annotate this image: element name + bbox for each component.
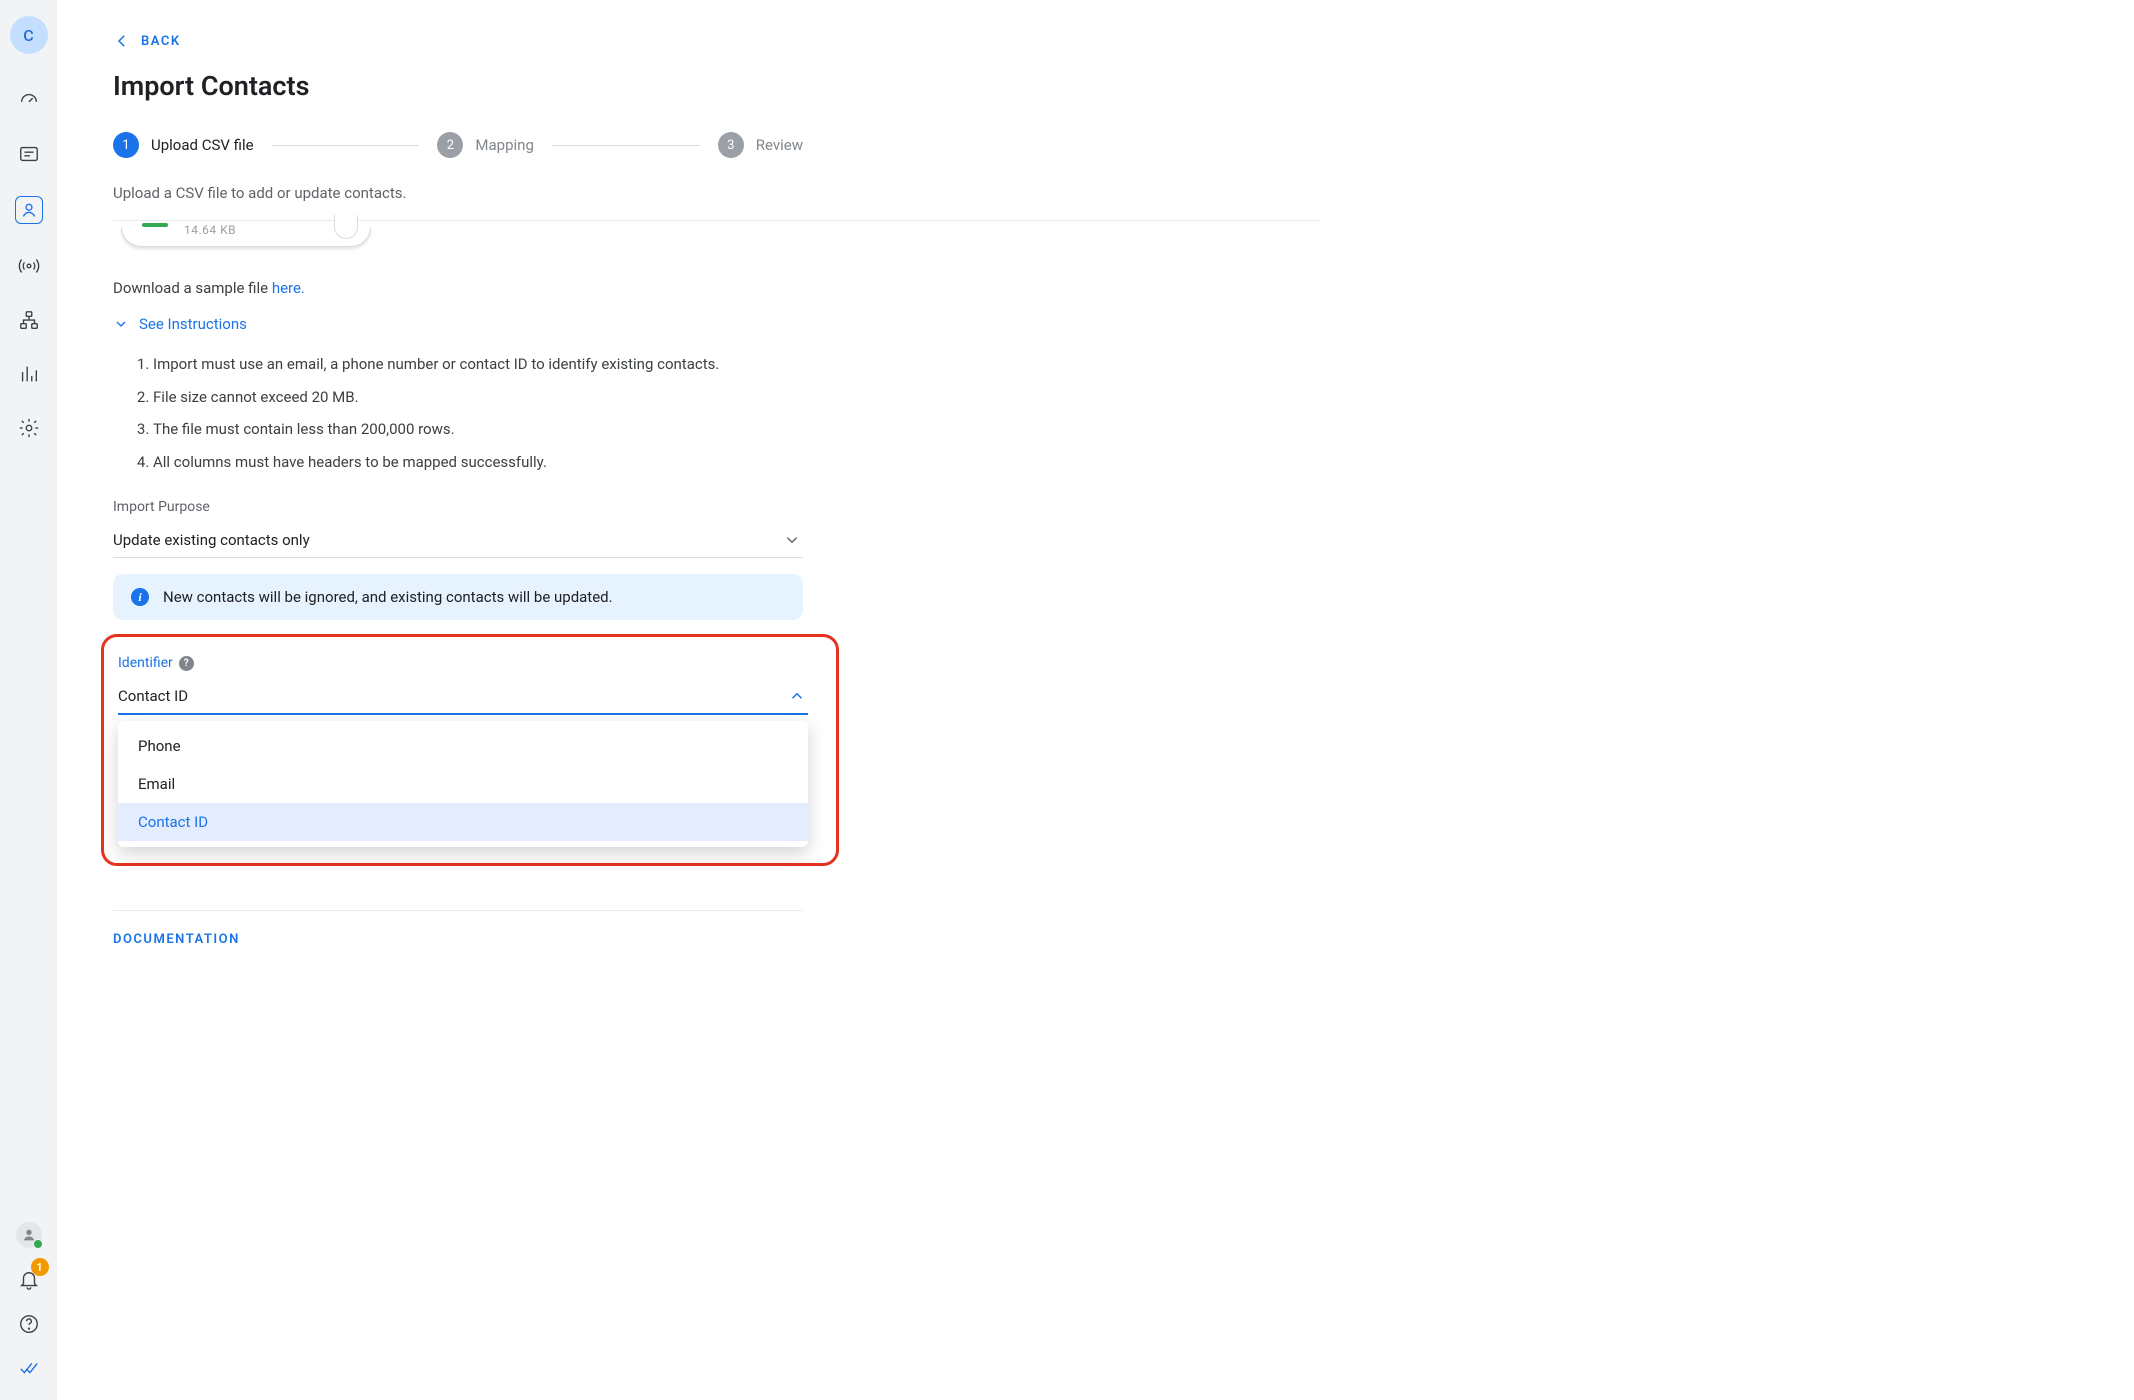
notification-badge: 1 [31, 1258, 49, 1276]
identifier-option-email[interactable]: Email [118, 765, 808, 803]
identifier-option-phone[interactable]: Phone [118, 727, 808, 765]
settings-icon[interactable] [17, 416, 41, 440]
documentation-link[interactable]: DOCUMENTATION [113, 932, 240, 947]
instructions-list: Import must use an email, a phone number… [135, 353, 1321, 473]
identifier-label: Identifier [118, 655, 173, 671]
reports-icon[interactable] [17, 362, 41, 386]
download-sample-line: Download a sample file here. [113, 279, 1321, 297]
identifier-dropdown: Phone Email Contact ID [118, 721, 808, 847]
step-2-number: 2 [437, 132, 463, 158]
download-sample-link[interactable]: here. [272, 279, 305, 297]
instruction-item: The file must contain less than 200,000 … [153, 418, 1321, 441]
instruction-item: Import must use an email, a phone number… [153, 353, 1321, 376]
identifier-highlight: Identifier ? Contact ID Phone Email Cont… [101, 634, 839, 866]
sidebar: C 1 [0, 0, 57, 1400]
chevron-down-icon [783, 531, 801, 549]
identifier-select[interactable]: Contact ID [118, 683, 808, 715]
import-purpose-label: Import Purpose [113, 499, 803, 515]
identifier-value: Contact ID [118, 687, 188, 705]
remove-file-icon[interactable] [334, 215, 358, 239]
import-purpose-select[interactable]: Update existing contacts only [113, 525, 803, 558]
step-3-number: 3 [718, 132, 744, 158]
instruction-item: File size cannot exceed 20 MB. [153, 386, 1321, 409]
back-button[interactable]: BACK [113, 32, 1321, 50]
brand-check-icon[interactable] [17, 1356, 41, 1380]
back-label: BACK [141, 34, 181, 49]
info-icon: i [131, 588, 149, 606]
help-icon[interactable] [17, 1312, 41, 1336]
step-1-number: 1 [113, 132, 139, 158]
dashboard-icon[interactable] [17, 88, 41, 112]
info-banner: i New contacts will be ignored, and exis… [113, 574, 803, 620]
workflow-icon[interactable] [17, 308, 41, 332]
info-text: New contacts will be ignored, and existi… [163, 588, 613, 606]
see-instructions-toggle[interactable]: See Instructions [113, 315, 1321, 333]
step-3-label: Review [756, 136, 803, 154]
chevron-up-icon [788, 687, 806, 705]
uploaded-file-chip[interactable]: 14.64 KB [121, 227, 371, 247]
identifier-option-contact-id[interactable]: Contact ID [118, 803, 808, 841]
identifier-help-icon[interactable]: ? [179, 656, 194, 671]
messages-icon[interactable] [17, 142, 41, 166]
contacts-icon[interactable] [15, 196, 43, 224]
step-1-label: Upload CSV file [151, 136, 254, 154]
instruction-item: All columns must have headers to be mapp… [153, 451, 1321, 474]
workspace-avatar[interactable]: C [10, 16, 48, 54]
file-size: 14.64 KB [184, 223, 236, 237]
user-presence-icon[interactable] [16, 1222, 42, 1248]
notifications-icon[interactable]: 1 [17, 1268, 41, 1292]
main-content: BACK Import Contacts 1 Upload CSV file 2… [57, 0, 1377, 1400]
broadcast-icon[interactable] [17, 254, 41, 278]
stepper: 1 Upload CSV file 2 Mapping 3 Review [113, 132, 803, 158]
page-title: Import Contacts [113, 70, 1321, 102]
import-purpose-value: Update existing contacts only [113, 531, 310, 549]
step-2-label: Mapping [475, 136, 533, 154]
upload-description: Upload a CSV file to add or update conta… [113, 184, 1321, 202]
